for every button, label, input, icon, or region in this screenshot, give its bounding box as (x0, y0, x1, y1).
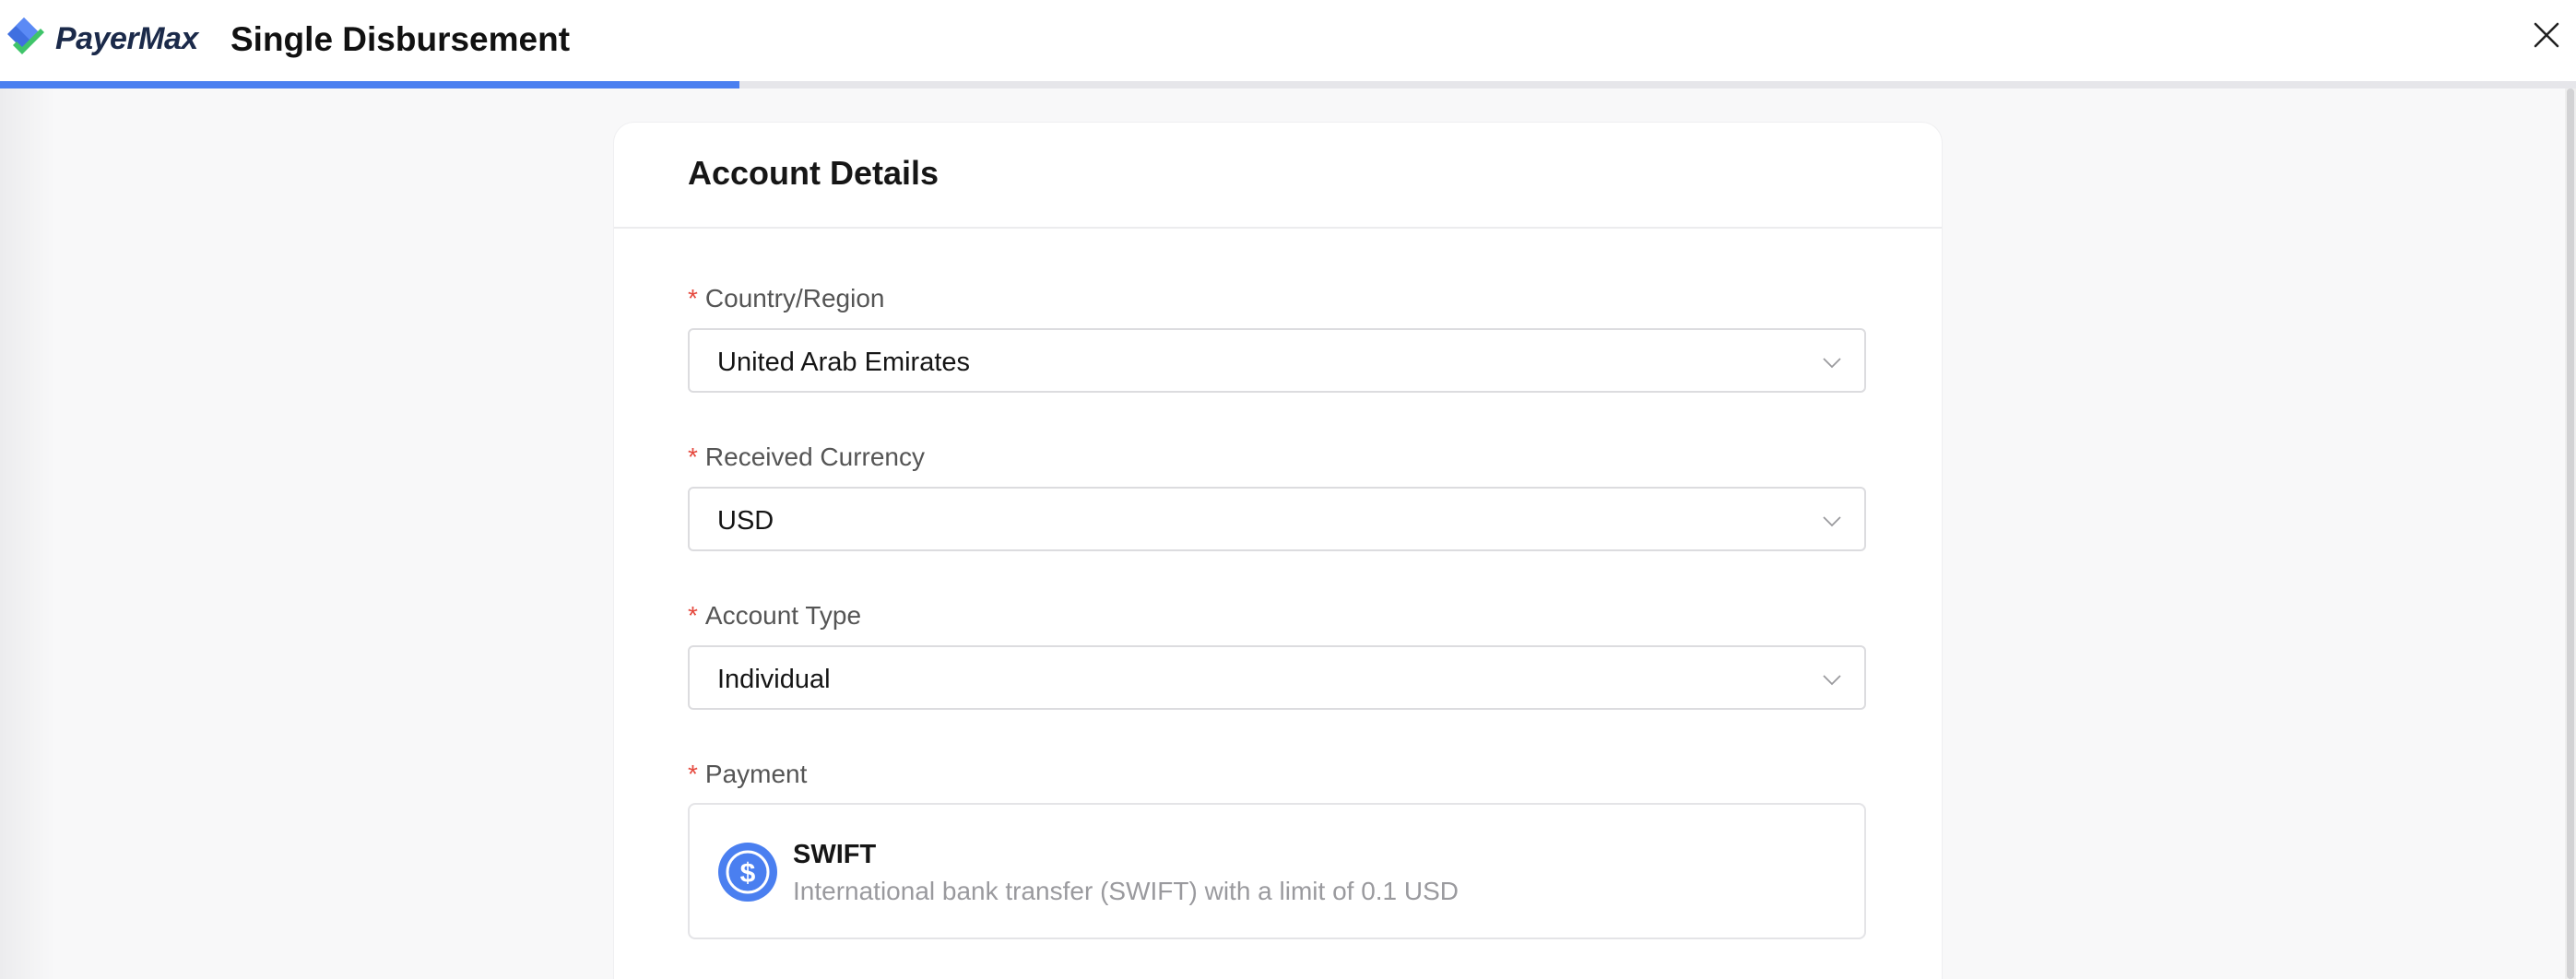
brand-name: PayerMax (55, 20, 198, 56)
chevron-down-icon (1823, 358, 1841, 369)
select-value: United Arab Emirates (717, 348, 971, 377)
payment-method-name: SWIFT (793, 840, 877, 869)
svg-text:$: $ (740, 858, 756, 889)
page-title: Single Disbursement (230, 20, 571, 58)
payment-label: * Payment (688, 760, 807, 789)
page: PayerMax Single Disbursement Account Det… (0, 0, 2576, 979)
select-value: USD (717, 506, 774, 536)
payment-option-swift[interactable]: $ SWIFT International bank transfer (SWI… (688, 803, 1866, 939)
received-currency-label: * Received Currency (688, 442, 925, 472)
scrollbar-thumb[interactable] (2567, 88, 2574, 979)
required-mark: * (688, 760, 698, 788)
chevron-down-icon (1823, 675, 1841, 686)
account-type-select[interactable]: Individual (688, 645, 1866, 710)
required-mark: * (688, 442, 698, 471)
account-type-label: * Account Type (688, 601, 861, 631)
dollar-circle-icon: $ (718, 843, 777, 902)
country-region-select[interactable]: United Arab Emirates (688, 328, 1866, 393)
close-icon[interactable] (2528, 17, 2565, 53)
received-currency-select[interactable]: USD (688, 487, 1866, 551)
progress-fill (0, 81, 739, 88)
field-label-text: Payment (704, 760, 808, 788)
top-bar: PayerMax Single Disbursement (0, 0, 2576, 81)
field-label-text: Received Currency (704, 442, 926, 471)
chevron-down-icon (1823, 516, 1841, 527)
select-value: Individual (717, 665, 831, 694)
field-label-text: Account Type (704, 601, 862, 630)
account-details-card: Account Details * Country/Region United A… (614, 123, 1942, 979)
required-mark: * (688, 601, 698, 630)
divider (614, 227, 1942, 229)
country-region-label: * Country/Region (688, 284, 884, 313)
brand-logo: PayerMax (4, 13, 198, 65)
step-progress-bar (0, 81, 2576, 88)
payment-method-description: International bank transfer (SWIFT) with… (793, 877, 1459, 905)
required-mark: * (688, 284, 698, 313)
payermax-logo-icon (7, 18, 44, 54)
field-label-text: Country/Region (704, 284, 885, 313)
section-title: Account Details (688, 154, 939, 192)
